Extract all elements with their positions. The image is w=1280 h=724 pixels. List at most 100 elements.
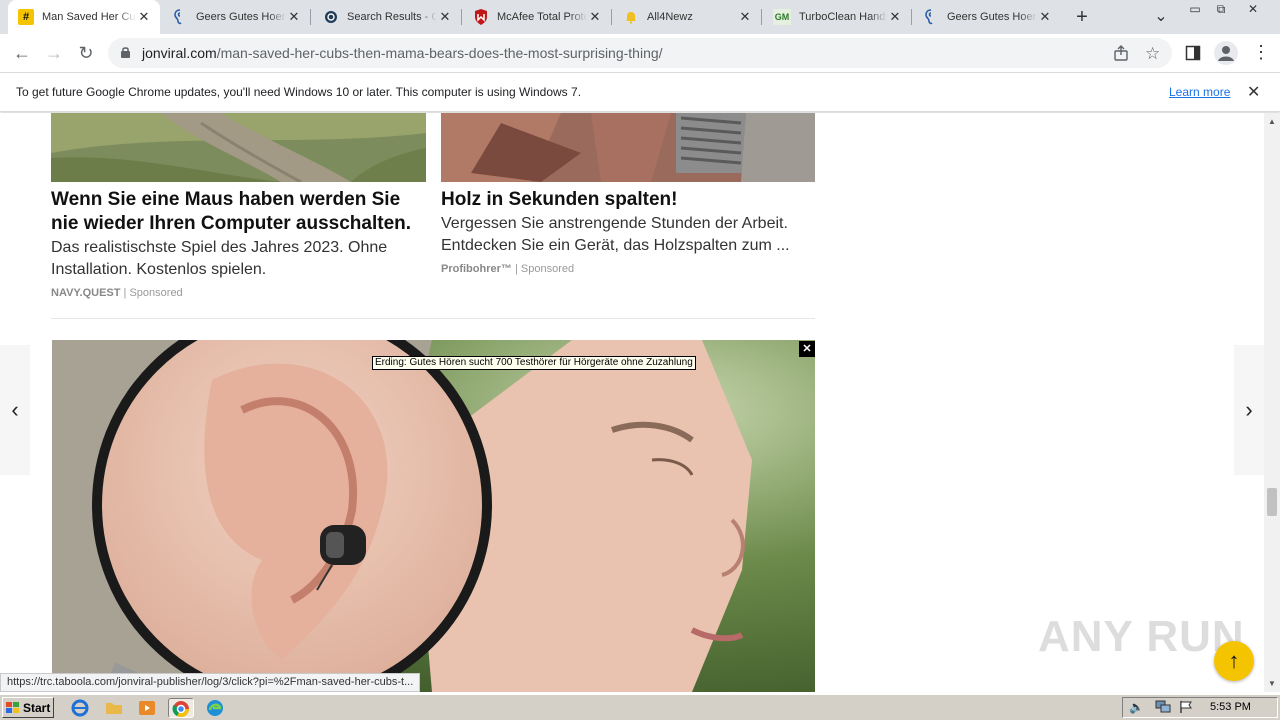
card-headline[interactable]: Holz in Sekunden spalten! xyxy=(441,188,815,212)
forward-arrow-icon: → xyxy=(45,42,63,63)
vertical-scrollbar[interactable]: ▲ ▼ xyxy=(1264,113,1280,692)
search-globe-icon xyxy=(323,9,339,25)
media-player-icon[interactable] xyxy=(137,698,157,718)
card-brand: Profibohrer™ xyxy=(441,263,512,275)
ad-close-button[interactable]: ✕ xyxy=(799,341,815,357)
tab-turboclean[interactable]: GM TurboClean Handsfree ✕ xyxy=(763,0,911,34)
card-brand-line[interactable]: NAVY.QUEST | Sponsored xyxy=(51,287,183,299)
tab-title: Search Results - Chrome xyxy=(347,11,437,23)
chevron-left-icon: ‹ xyxy=(11,397,19,422)
windows-logo-icon xyxy=(6,701,20,714)
tab-title: McAfee Total Protection xyxy=(497,11,587,23)
reload-button[interactable]: ↻ xyxy=(72,39,100,67)
back-arrow-icon: ← xyxy=(13,42,31,63)
kebab-menu-icon[interactable]: ⋮ xyxy=(1252,42,1270,63)
tab-close-icon[interactable]: ✕ xyxy=(587,9,603,25)
tab-strip: # Man Saved Her Cubs Then Mama Bears Doe… xyxy=(0,0,1280,34)
next-arrow-button[interactable]: › xyxy=(1234,345,1264,475)
new-tab-button[interactable]: + xyxy=(1071,7,1093,29)
bookmark-star-icon[interactable]: ☆ xyxy=(1145,44,1160,64)
tab-search-results[interactable]: Search Results - Chrome ✕ xyxy=(313,0,461,34)
ie-icon[interactable] xyxy=(70,698,90,718)
hearing-icon xyxy=(172,9,188,25)
browser-toolbar: ← → ↻ jonviral.com/man-saved-her-cubs-th… xyxy=(0,34,1280,72)
volume-icon[interactable]: 🔈 xyxy=(1129,700,1144,714)
link-status-bubble: https://trc.taboola.com/jonviral-publish… xyxy=(0,673,421,692)
back-button[interactable]: ← xyxy=(8,39,36,67)
scroll-to-top-button[interactable]: ↑ xyxy=(1214,641,1254,681)
side-panel-icon[interactable] xyxy=(1185,45,1201,66)
action-center-flag-icon[interactable] xyxy=(1179,700,1193,719)
arrow-up-icon: ↑ xyxy=(1228,648,1240,673)
chevron-right-icon: › xyxy=(1245,397,1253,422)
taskbar-clock: 5:53 PM xyxy=(1210,701,1251,713)
card-image-road[interactable] xyxy=(51,113,426,182)
share-icon[interactable] xyxy=(1113,45,1129,66)
reload-icon: ↻ xyxy=(78,42,94,63)
network-icon[interactable] xyxy=(1155,700,1171,719)
ad-tooltip: Erding: Gutes Hören sucht 700 Testhörer … xyxy=(372,356,696,370)
tab-man-saved-her-cubs[interactable]: # Man Saved Her Cubs Then Mama Bears Doe… xyxy=(8,0,160,34)
start-button[interactable]: Start xyxy=(2,697,54,718)
infobar-close-icon[interactable]: ✕ xyxy=(1247,82,1260,102)
card-sponsored: Sponsored xyxy=(129,287,183,299)
tab-title: TurboClean Handsfree xyxy=(799,11,887,23)
chrome-taskbar-icon[interactable] xyxy=(168,698,194,718)
card-sponsored: Sponsored xyxy=(520,263,575,275)
hearing-aid-ad-image[interactable] xyxy=(52,340,815,692)
tab-close-icon[interactable]: ✕ xyxy=(136,9,152,25)
minimize-button[interactable]: ▭ xyxy=(1182,0,1208,18)
address-bar[interactable]: jonviral.com/man-saved-her-cubs-then-mam… xyxy=(108,38,1172,68)
update-infobar: To get future Google Chrome updates, you… xyxy=(0,72,1280,112)
mcafee-shield-icon xyxy=(473,9,489,25)
hearing-icon xyxy=(923,9,939,25)
tab-search-button[interactable]: ⌄ xyxy=(1150,6,1172,28)
tab-separator xyxy=(310,9,311,25)
edge-icon[interactable] xyxy=(205,698,225,718)
tab-separator xyxy=(461,9,462,25)
scrollbar-thumb[interactable] xyxy=(1267,488,1277,516)
tab-separator xyxy=(611,9,612,25)
start-label: Start xyxy=(23,700,51,715)
url-host: jonviral.com xyxy=(142,45,217,61)
scroll-up-arrow-icon[interactable]: ▲ xyxy=(1268,117,1276,126)
card-brand: NAVY.QUEST xyxy=(51,287,121,299)
card-description[interactable]: Vergessen Sie anstrengende Stunden der A… xyxy=(441,213,815,257)
tab-title: All4Newz xyxy=(647,11,693,23)
tab-close-icon[interactable]: ✕ xyxy=(1037,9,1053,25)
hash-icon: # xyxy=(18,9,34,25)
system-tray: 🔈 xyxy=(1122,697,1278,718)
anyrun-watermark: ANY RUN xyxy=(1038,612,1245,661)
learn-more-link[interactable]: Learn more xyxy=(1169,85,1230,99)
forward-button[interactable]: → xyxy=(40,39,68,67)
tab-all4newz[interactable]: All4Newz ✕ xyxy=(613,0,761,34)
prev-arrow-button[interactable]: ‹ xyxy=(0,345,30,475)
infobar-message: To get future Google Chrome updates, you… xyxy=(16,85,582,99)
url-text: jonviral.com/man-saved-her-cubs-then-mam… xyxy=(142,45,663,61)
tab-geers-gutes-hoeren-2[interactable]: Geers Gutes Hoeren ✕ xyxy=(913,0,1061,34)
scroll-down-arrow-icon[interactable]: ▼ xyxy=(1268,679,1276,688)
bell-icon xyxy=(623,9,639,25)
tab-close-icon[interactable]: ✕ xyxy=(887,9,903,25)
tab-title: Geers Gutes Hoeren xyxy=(947,11,1037,23)
tab-close-icon[interactable]: ✕ xyxy=(737,9,753,25)
restore-button[interactable]: ⧉ xyxy=(1208,0,1234,18)
tab-mcafee[interactable]: McAfee Total Protection ✕ xyxy=(463,0,611,34)
gm-icon: GM xyxy=(773,9,791,25)
lock-icon[interactable] xyxy=(120,46,131,64)
page-content: Wenn Sie eine Maus haben werden Sie nie … xyxy=(0,113,1264,692)
tab-geers-gutes-hoeren[interactable]: Geers Gutes Hoeren ✕ xyxy=(162,0,310,34)
tab-close-icon[interactable]: ✕ xyxy=(437,9,453,25)
windows-taskbar: Start 🔈 5:53 PM xyxy=(0,694,1280,720)
card-brand-line[interactable]: Profibohrer™ | Sponsored xyxy=(441,263,574,275)
tab-close-icon[interactable]: ✕ xyxy=(286,9,302,25)
card-headline[interactable]: Wenn Sie eine Maus haben werden Sie nie … xyxy=(51,188,426,236)
folder-icon[interactable] xyxy=(104,698,124,718)
card-image-wood[interactable] xyxy=(441,113,815,182)
tab-title: Man Saved Her Cubs Then Mama Bears Does … xyxy=(42,11,136,23)
content-divider xyxy=(51,318,815,319)
window-close-button[interactable]: ✕ xyxy=(1240,0,1266,18)
card-description[interactable]: Das realistischste Spiel des Jahres 2023… xyxy=(51,237,426,281)
profile-avatar-icon[interactable] xyxy=(1214,41,1238,65)
tab-separator xyxy=(911,9,912,25)
